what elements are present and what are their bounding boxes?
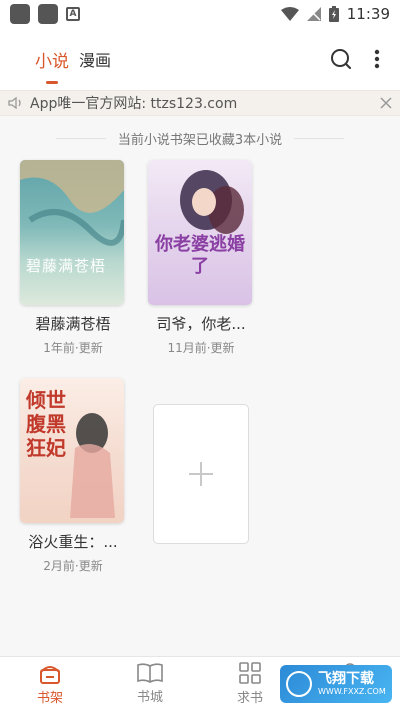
bookshelf-grid: 碧藤满苍梧 碧藤满苍梧 1年前·更新 你老婆逃婚了 司爷，你老... 11月前·… xyxy=(0,160,400,574)
search-icon[interactable] xyxy=(330,48,352,70)
shelf-count-row: 当前小说书架已收藏3本小说 xyxy=(0,116,400,160)
speaker-icon xyxy=(8,96,21,110)
nav-bookshelf[interactable]: 书架 xyxy=(0,657,100,711)
app-badge-icon: A xyxy=(66,7,80,21)
watermark-main: 飞翔下载 xyxy=(318,671,374,687)
cover-title: 倾世腹黑狂妃 xyxy=(26,388,66,460)
tab-novel-label: 小说 xyxy=(35,51,69,72)
tab-comic[interactable]: 漫画 xyxy=(79,47,111,71)
notice-banner: App唯一官方网站: ttzs123.com xyxy=(0,90,400,116)
tab-novel[interactable]: 小说 xyxy=(35,47,69,84)
book-update-time: 2月前·更新 xyxy=(43,559,103,573)
cover-art xyxy=(180,170,244,234)
book-item[interactable]: 你老婆逃婚了 司爷，你老... 11月前·更新 xyxy=(148,160,254,356)
cover-title: 你老婆逃婚了 xyxy=(155,234,245,277)
bookshelf-icon xyxy=(40,666,60,684)
divider xyxy=(294,137,345,139)
status-right: 11:39 xyxy=(280,5,390,23)
grid-icon xyxy=(239,662,261,684)
watermark-sub: WWW.FXXZ.COM xyxy=(318,687,386,696)
status-time: 11:39 xyxy=(346,5,390,23)
book-update-time: 11月前·更新 xyxy=(167,341,235,355)
header-actions xyxy=(330,48,380,70)
book-item[interactable]: 碧藤满苍梧 碧藤满苍梧 1年前·更新 xyxy=(20,160,126,356)
nav-bookstore-label: 书城 xyxy=(136,690,163,705)
book-icon xyxy=(137,663,163,683)
watermark-text: 飞翔下载 WWW.FXXZ.COM xyxy=(318,671,386,697)
notification-icon xyxy=(38,4,58,24)
shelf-count-text: 当前小说书架已收藏3本小说 xyxy=(117,132,283,148)
notification-icon xyxy=(10,4,30,24)
nav-bookstore[interactable]: 书城 xyxy=(100,657,200,711)
book-update-time: 1年前·更新 xyxy=(43,341,103,355)
more-options-icon[interactable] xyxy=(374,48,380,70)
top-header: 小说 漫画 xyxy=(0,28,400,90)
book-title: 碧藤满苍梧 xyxy=(35,315,111,333)
divider xyxy=(55,137,106,139)
notice-text: App唯一官方网站: ttzs123.com xyxy=(30,96,238,112)
cover-title: 碧藤满苍梧 xyxy=(26,257,107,275)
battery-charging-icon xyxy=(328,6,339,22)
nav-request-book-label: 求书 xyxy=(236,691,263,706)
cover-art xyxy=(20,160,124,246)
book-cover: 碧藤满苍梧 xyxy=(20,160,124,305)
book-item[interactable]: 倾世腹黑狂妃 浴火重生：... 2月前·更新 xyxy=(20,378,126,574)
status-left: A xyxy=(10,4,80,24)
watermark-logo-icon xyxy=(286,671,312,697)
active-tab-indicator xyxy=(46,80,58,84)
book-cover: 你老婆逃婚了 xyxy=(148,160,252,305)
plus-icon xyxy=(189,462,213,486)
status-bar: A 11:39 xyxy=(0,0,400,28)
book-cover: 倾世腹黑狂妃 xyxy=(20,378,124,523)
wifi-icon xyxy=(280,7,299,21)
site-watermark: 飞翔下载 WWW.FXXZ.COM xyxy=(280,665,392,703)
no-signal-icon xyxy=(306,7,321,21)
nav-bookshelf-label: 书架 xyxy=(36,691,63,706)
book-title: 浴火重生：... xyxy=(28,533,118,551)
close-icon[interactable] xyxy=(380,97,392,109)
add-book-button[interactable] xyxy=(153,404,249,544)
book-title: 司爷，你老... xyxy=(156,315,246,333)
tab-comic-label: 漫画 xyxy=(79,51,112,70)
